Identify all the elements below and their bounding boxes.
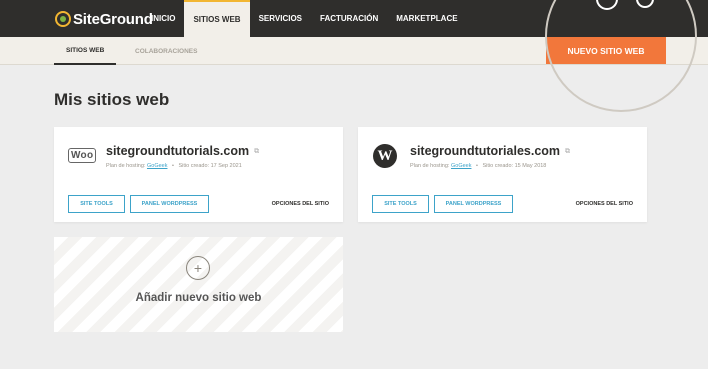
site-created: Sitio creado: 17 Sep 2021	[178, 163, 242, 169]
profile-icon[interactable]	[636, 0, 654, 8]
site-card: W sitegroundtutoriales.com ⧉ Plan de host…	[358, 127, 647, 222]
siteground-logo[interactable]: SiteGround	[55, 10, 153, 28]
plan-link[interactable]: GoGeek	[451, 163, 471, 169]
nav-item-servicios[interactable]: SERVICIOS	[250, 0, 311, 37]
site-meta: Plan de hosting: GoGeek • Sitio creado: …	[106, 163, 242, 169]
add-new-site-card[interactable]: + Añadir nuevo sitio web	[54, 237, 343, 332]
main-nav: INICIO SITIOS WEB SERVICIOS FACTURACIÓN …	[142, 0, 467, 37]
wordpress-panel-button[interactable]: PANEL WORDPRESS	[130, 195, 209, 213]
nav-item-facturacion[interactable]: FACTURACIÓN	[311, 0, 387, 37]
help-icon[interactable]	[596, 0, 618, 10]
site-name-link[interactable]: sitegroundtutoriales.com ⧉	[410, 144, 570, 158]
nav-item-marketplace[interactable]: MARKETPLACE	[387, 0, 466, 37]
site-name-link[interactable]: sitegroundtutorials.com ⧉	[106, 144, 259, 158]
site-meta: Plan de hosting: GoGeek • Sitio creado: …	[410, 163, 546, 169]
site-created: Sitio creado: 15 May 2018	[482, 163, 547, 169]
tab-colaboraciones[interactable]: COLABORACIONES	[135, 37, 197, 65]
new-site-button[interactable]: NUEVO SITIO WEB	[546, 37, 666, 64]
siteground-logo-icon	[55, 11, 71, 27]
external-link-icon[interactable]: ⧉	[565, 148, 570, 156]
wordpress-panel-button[interactable]: PANEL WORDPRESS	[434, 195, 513, 213]
logo-text: SiteGround	[73, 10, 153, 28]
external-link-icon[interactable]: ⧉	[254, 148, 259, 156]
site-card: Woo sitegroundtutorials.com ⧉ Plan de hos…	[54, 127, 343, 222]
wordpress-logo-icon: W	[373, 144, 397, 168]
add-new-site-label: Añadir nuevo sitio web	[135, 292, 262, 304]
site-tools-button[interactable]: SITE TOOLS	[372, 195, 429, 213]
site-name: sitegroundtutorials.com	[106, 144, 250, 158]
top-navbar: SiteGround INICIO SITIOS WEB SERVICIOS F…	[0, 0, 708, 37]
separator-dot: •	[172, 163, 174, 169]
woocommerce-logo-icon: Woo	[68, 148, 97, 163]
site-tools-button[interactable]: SITE TOOLS	[68, 195, 125, 213]
page-title: Mis sitios web	[54, 90, 170, 109]
plan-prefix: Plan de hosting:	[106, 163, 146, 169]
plan-link[interactable]: GoGeek	[147, 163, 167, 169]
site-name: sitegroundtutoriales.com	[410, 144, 561, 158]
nav-item-sitios-web[interactable]: SITIOS WEB	[184, 0, 250, 37]
plus-icon: +	[186, 256, 210, 280]
tab-sitios-web[interactable]: SITIOS WEB	[54, 37, 117, 65]
separator-dot: •	[476, 163, 478, 169]
nav-item-inicio[interactable]: INICIO	[142, 0, 184, 37]
site-options-button[interactable]: OPCIONES DEL SITIO	[272, 201, 329, 207]
site-options-button[interactable]: OPCIONES DEL SITIO	[576, 201, 633, 207]
plan-prefix: Plan de hosting:	[410, 163, 450, 169]
